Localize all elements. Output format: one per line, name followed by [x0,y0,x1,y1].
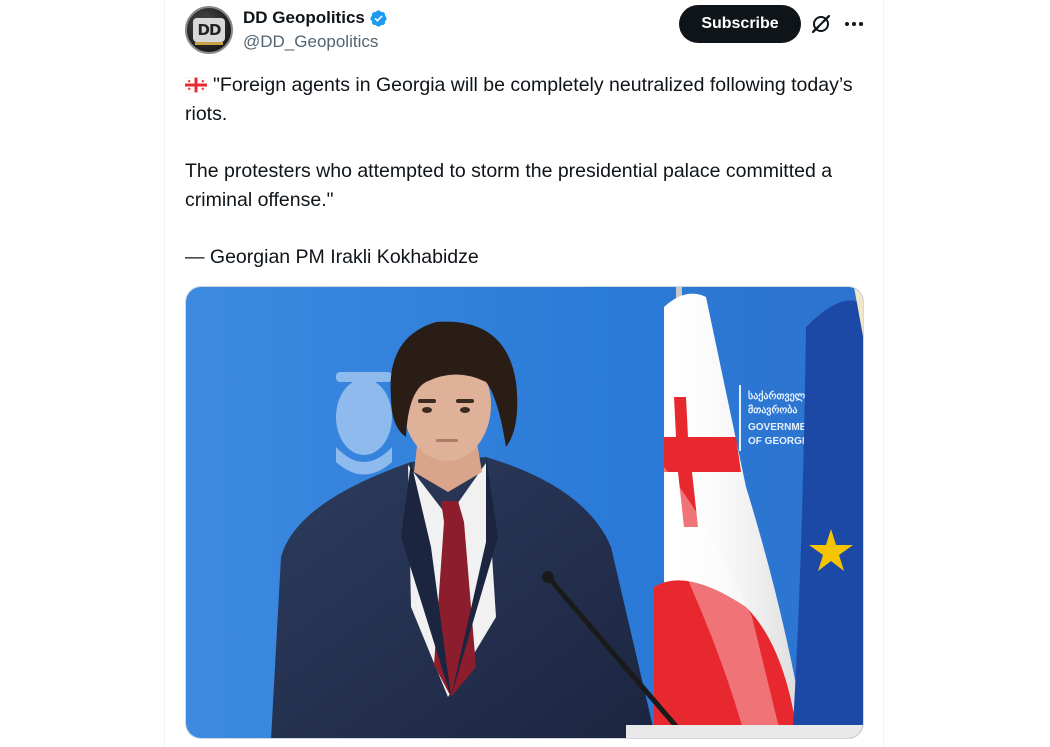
post-photo[interactable]: საქართველო მთავრობა GOVERNMENT OF GEORGI… [185,286,864,739]
author-handle[interactable]: @DD_Geopolitics [243,32,378,52]
more-dot [859,22,863,26]
backdrop-text-4: OF GEORGIA [748,436,812,447]
quote-part-1: "Foreign agents in Georgia will be compl… [185,74,853,125]
avatar-logo: DD [193,18,225,42]
avatar[interactable]: DD [185,6,233,54]
avatar-logo-underline [195,42,223,45]
backdrop-text-2: მთავრობა [748,404,798,416]
photo-illustration: საქართველო მთავრობა GOVERNMENT OF GEORGI… [186,287,863,738]
post-text-line-1: "Foreign agents in Georgia will be compl… [185,71,855,128]
quote-part-2: The protesters who attempted to storm th… [185,160,833,211]
author-display-name[interactable]: DD Geopolitics [243,8,365,28]
more-options-icon[interactable] [842,12,866,36]
more-dot [845,22,849,26]
backdrop-text-1: საქართველო [748,390,813,402]
post-column: DD DD Geopolitics @DD_Geopolitics Subscr… [164,0,884,747]
verified-badge-icon[interactable] [369,9,388,28]
subscribe-button[interactable]: Subscribe [679,5,801,43]
quote-attribution: — Georgian PM Irakli Kokhabidze [185,246,479,268]
post-text: "Foreign agents in Georgia will be compl… [185,71,855,272]
grok-icon[interactable] [809,12,833,36]
author-name-row: DD Geopolitics [243,8,388,28]
georgia-flag-icon [185,77,207,93]
more-dot [852,22,856,26]
